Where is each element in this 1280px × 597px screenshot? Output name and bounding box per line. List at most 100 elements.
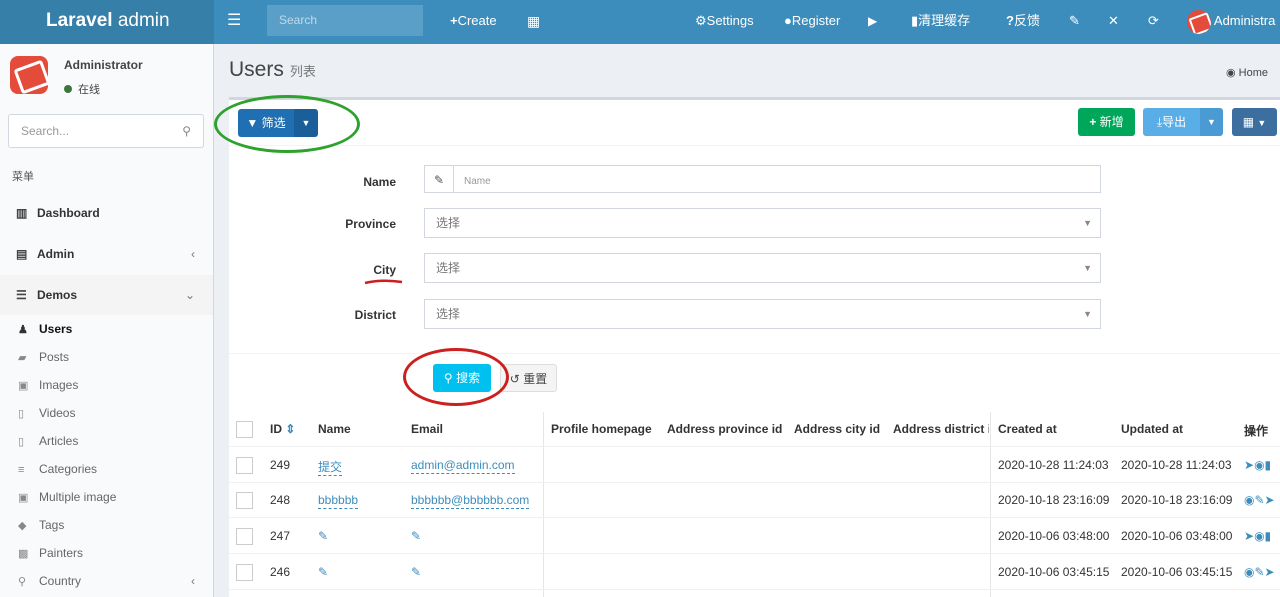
row-divider (229, 553, 1280, 554)
settings-button[interactable]: ⚙Settings (695, 0, 754, 44)
fullscreen-icon[interactable]: ✕ (1108, 0, 1119, 44)
users-icon: ♟ (18, 324, 28, 336)
pdf-file-icon: ▯ (18, 436, 25, 448)
cell-email-editable[interactable]: admin@admin.com (411, 458, 515, 474)
menu-header: 菜单 (12, 171, 34, 183)
pencil-icon[interactable]: ✎ (411, 529, 421, 543)
row-checkbox[interactable] (236, 528, 253, 545)
view-icon[interactable]: ◉ (1244, 565, 1254, 579)
trash-icon[interactable]: ▮ (1265, 458, 1272, 472)
cell-email-edit-icon[interactable]: ✎ (411, 565, 421, 579)
sidebar-item-users[interactable]: ♟ Users (0, 315, 213, 343)
navbar-search-input[interactable]: Search (267, 5, 423, 36)
cell-email-editable[interactable]: bbbbbb@bbbbbb.com (411, 493, 530, 509)
edit-icon[interactable]: ✎ (1254, 565, 1264, 579)
row-actions[interactable]: ➤◉▮ (1244, 458, 1271, 472)
view-icon[interactable]: ◉ (1254, 529, 1264, 543)
divider (229, 353, 1280, 354)
undo-icon: ↺ (509, 372, 520, 386)
column-header-address-district-id: Address district i (893, 422, 989, 436)
cell-email-edit-icon[interactable]: ✎ (411, 529, 421, 543)
sidebar-item-multiple-image[interactable]: ▣ Multiple image (0, 483, 213, 511)
play-icon[interactable]: ▶ (868, 0, 877, 44)
row-checkbox[interactable] (236, 457, 253, 474)
fixed-column-divider (990, 412, 991, 597)
send-icon[interactable]: ➤ (1265, 565, 1275, 579)
view-icon[interactable]: ◉ (1244, 493, 1254, 507)
user-menu[interactable]: Administra (1187, 0, 1275, 44)
breadcrumb-home[interactable]: ◉ Home (1226, 66, 1268, 79)
pencil-icon[interactable]: ✎ (318, 565, 328, 579)
create-button[interactable]: +Create (450, 0, 497, 44)
export-dropdown-toggle[interactable]: ▼ (1200, 108, 1223, 136)
filter-city-select[interactable]: 选择 ▼ (424, 253, 1101, 283)
cell-created-at: 2020-10-06 03:45:15 (998, 565, 1110, 579)
sidebar-item-demos[interactable]: ☰ Demos ⌄ (0, 275, 213, 315)
cell-name-editable[interactable]: 提交 (318, 458, 343, 476)
filter-city-label: City (373, 263, 396, 277)
hamburger-menu-icon[interactable]: ☰ (227, 0, 241, 44)
video-file-icon: ▯ (18, 408, 25, 420)
export-button[interactable]: ⤓导出 (1143, 108, 1200, 136)
refresh-icon[interactable]: ⟳ (1148, 0, 1159, 44)
filter-province-select[interactable]: 选择 ▼ (424, 208, 1101, 238)
row-actions[interactable]: ◉✎➤ (1244, 565, 1275, 579)
edit-icon[interactable]: ✎ (1254, 493, 1264, 507)
clear-cache-button[interactable]: ▮清理缓存 (911, 0, 970, 44)
view-icon[interactable]: ◉ (1254, 458, 1264, 472)
cell-id: 247 (270, 529, 291, 543)
online-dot-icon (64, 85, 72, 93)
cell-name-editable[interactable]: bbbbbb (318, 493, 359, 509)
feedback-button[interactable]: ?反馈 (1006, 0, 1040, 44)
book-icon: ▰ (18, 352, 27, 364)
caret-down-icon: ▼ (1083, 309, 1092, 319)
sidebar-item-posts[interactable]: ▰ Posts (0, 343, 213, 371)
row-checkbox[interactable] (236, 492, 253, 509)
cell-name-edit-icon[interactable]: ✎ (318, 529, 328, 543)
column-header-id[interactable]: ID ⇕ (270, 422, 295, 436)
image-icon: ▣ (18, 380, 29, 392)
send-icon[interactable]: ➤ (1244, 458, 1254, 472)
app-logo[interactable]: Laravel admin (0, 0, 214, 44)
column-selector-button[interactable]: ▦ ▼ (1232, 108, 1277, 136)
pencil-icon[interactable]: ✎ (411, 565, 421, 579)
group-icon: ▩ (18, 548, 29, 560)
sidebar-item-admin[interactable]: ▤ Admin ‹ (0, 234, 213, 274)
row-divider (229, 446, 1280, 447)
pencil-icon[interactable]: ✎ (318, 529, 328, 543)
trash-icon[interactable]: ▮ (1265, 529, 1272, 543)
filter-name-input[interactable]: ✎ Name (424, 165, 1101, 193)
register-button[interactable]: ●Register (784, 0, 840, 44)
sidebar-item-videos[interactable]: ▯ Videos (0, 399, 213, 427)
cell-name-edit-icon[interactable]: ✎ (318, 565, 328, 579)
fixed-column-divider (543, 412, 544, 597)
send-icon[interactable]: ➤ (1265, 493, 1275, 507)
send-icon[interactable]: ➤ (1244, 529, 1254, 543)
row-checkbox[interactable] (236, 564, 253, 581)
user-status: 在线 (64, 81, 100, 97)
cell-updated-at: 2020-10-18 23:16:09 (1121, 493, 1233, 507)
select-all-checkbox[interactable] (236, 421, 253, 438)
sidebar-item-country[interactable]: ⚲ Country ‹ (0, 567, 213, 595)
annotation-red-circle (403, 348, 509, 406)
sidebar-item-images[interactable]: ▣ Images (0, 371, 213, 399)
sidebar-item-painters[interactable]: ▩ Painters (0, 539, 213, 567)
sidebar-item-dashboard[interactable]: ▥ Dashboard (0, 193, 213, 233)
wrench-icon[interactable]: ✎ (1069, 0, 1080, 44)
sidebar-item-tags[interactable]: ◆ Tags (0, 511, 213, 539)
list-icon: ☰ (16, 288, 27, 302)
row-actions[interactable]: ◉✎➤ (1244, 493, 1275, 507)
sidebar-search-input[interactable]: Search... ⚲ (8, 114, 204, 148)
row-actions[interactable]: ➤◉▮ (1244, 529, 1271, 543)
sidebar-item-articles[interactable]: ▯ Articles (0, 427, 213, 455)
filter-name-label: Name (363, 175, 396, 189)
filter-district-select[interactable]: 选择 ▼ (424, 299, 1101, 329)
search-icon[interactable]: ⚲ (182, 115, 191, 147)
row-divider (229, 482, 1280, 483)
new-button[interactable]: + 新增 (1078, 108, 1135, 136)
grid-icon[interactable]: ▦ (527, 0, 540, 44)
annotation-green-circle (214, 95, 360, 153)
sidebar-item-categories[interactable]: ≡ Categories (0, 455, 213, 483)
user-icon: ● (784, 13, 792, 28)
sort-icon[interactable]: ⇕ (285, 422, 295, 436)
